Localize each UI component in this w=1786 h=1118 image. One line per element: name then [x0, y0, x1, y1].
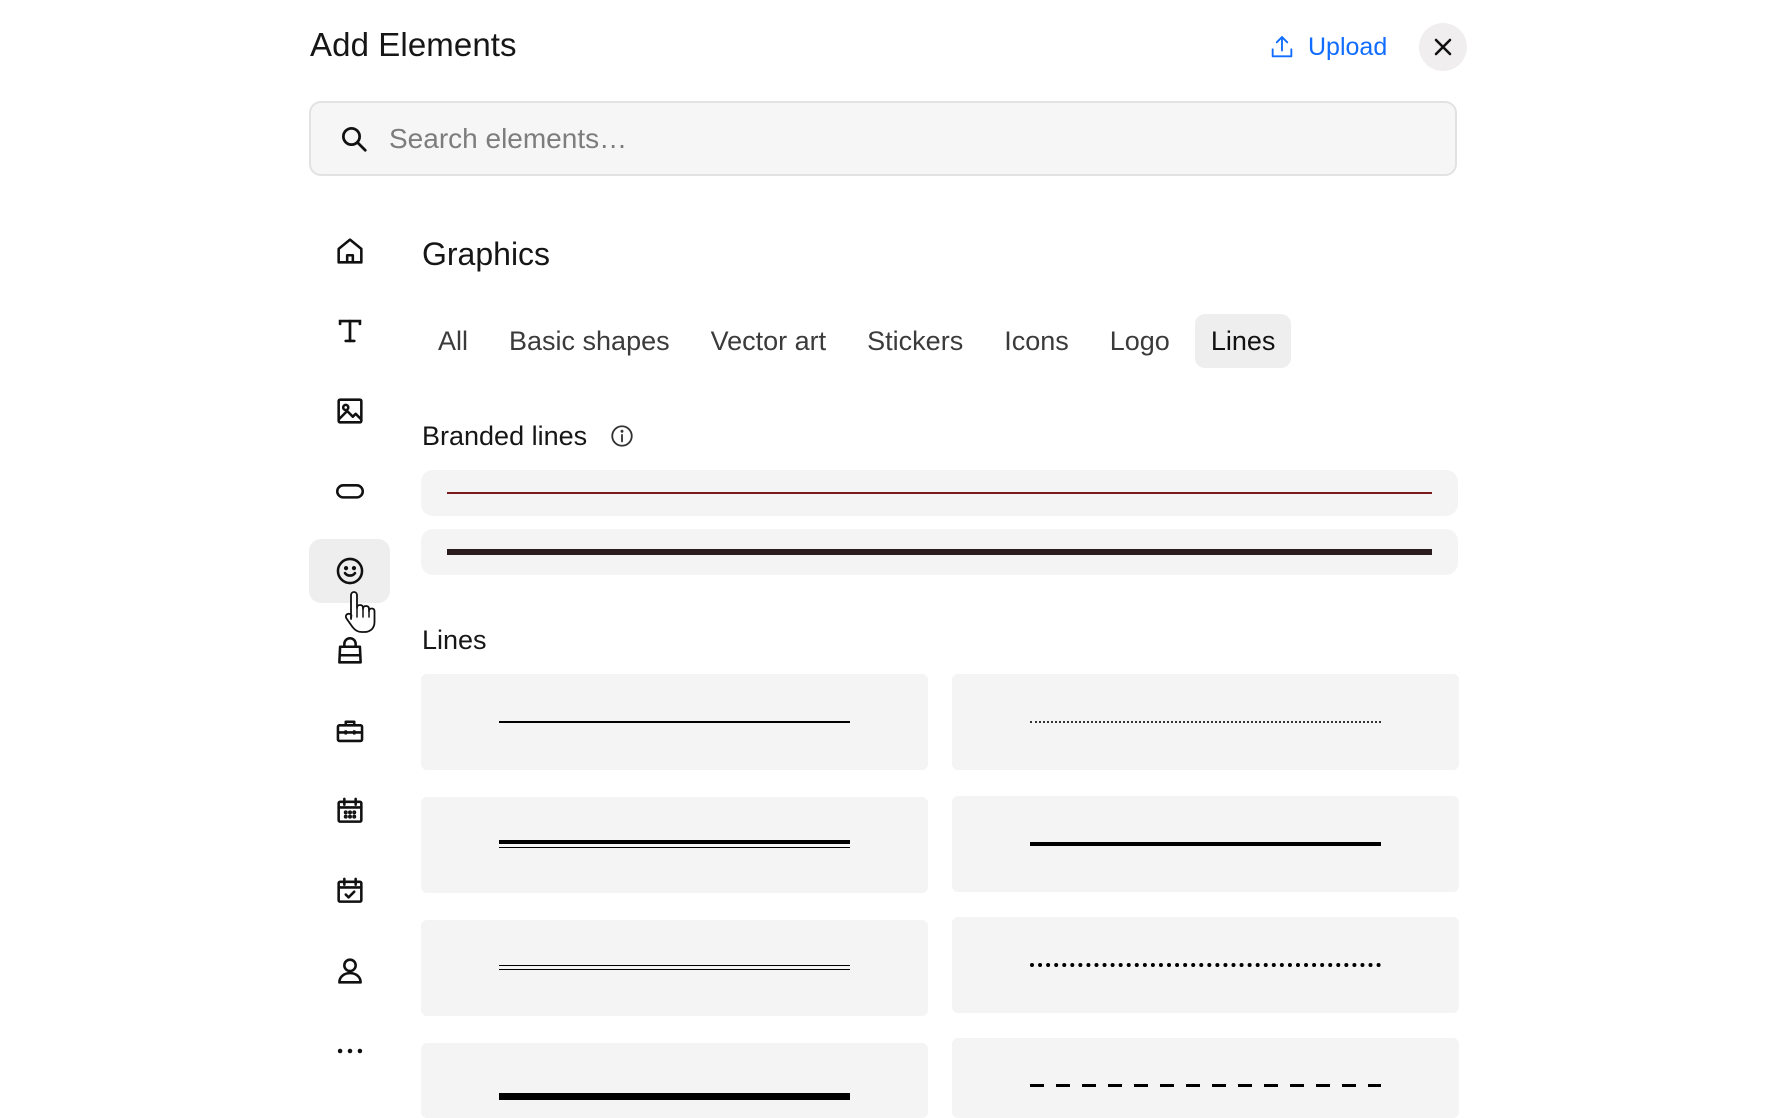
close-icon — [1434, 38, 1452, 56]
rail-item-button[interactable] — [309, 459, 390, 523]
more-icon — [337, 1048, 362, 1054]
rail-item-business[interactable] — [309, 699, 390, 763]
tab-basic-shapes[interactable]: Basic shapes — [493, 314, 686, 368]
lines-title: Lines — [422, 624, 487, 655]
branded-line-item[interactable] — [421, 529, 1458, 575]
line-sample — [499, 965, 850, 970]
search-input[interactable] — [387, 121, 1391, 156]
rail-item-bookings[interactable] — [309, 859, 390, 923]
close-button[interactable] — [1419, 23, 1467, 71]
line-sample — [499, 840, 850, 848]
line-tile[interactable] — [421, 797, 928, 893]
panel-title: Add Elements — [310, 26, 517, 63]
line-sample — [499, 1093, 850, 1100]
category-tabs: All Basic shapes Vector art Stickers Ico… — [422, 314, 1300, 368]
text-icon — [338, 319, 361, 343]
upload-label: Upload — [1308, 32, 1388, 61]
branded-lines-heading: Branded lines — [422, 418, 635, 454]
rail-item-events[interactable] — [309, 779, 390, 843]
smiley-icon — [336, 557, 363, 585]
hand-cursor-icon — [344, 591, 376, 633]
tab-stickers[interactable]: Stickers — [851, 314, 979, 368]
line-sample — [447, 549, 1432, 555]
tab-icons[interactable]: Icons — [988, 314, 1085, 368]
rail-item-image[interactable] — [309, 379, 390, 443]
line-sample — [1030, 1084, 1381, 1087]
lines-heading: Lines — [422, 622, 487, 658]
home-icon — [336, 238, 363, 264]
search-bar — [309, 101, 1457, 176]
line-tile[interactable] — [952, 796, 1459, 892]
line-tile[interactable] — [421, 674, 928, 770]
tab-vector-art[interactable]: Vector art — [695, 314, 843, 368]
briefcase-icon — [336, 720, 363, 743]
image-icon — [336, 398, 363, 424]
line-tile[interactable] — [952, 917, 1459, 1013]
rail-item-members[interactable] — [309, 939, 390, 1003]
line-tile[interactable] — [952, 1038, 1459, 1118]
tab-all[interactable]: All — [422, 314, 484, 368]
line-sample — [1030, 842, 1381, 846]
calendar-icon — [336, 797, 363, 823]
line-sample — [499, 721, 850, 723]
line-sample — [447, 492, 1432, 494]
tab-logo[interactable]: Logo — [1094, 314, 1186, 368]
line-sample — [1030, 721, 1381, 723]
tab-lines[interactable]: Lines — [1194, 314, 1292, 368]
search-icon — [342, 126, 367, 152]
info-icon[interactable] — [609, 423, 635, 449]
branded-lines-title: Branded lines — [422, 420, 588, 451]
upload-icon — [1271, 36, 1293, 58]
button-icon — [335, 484, 364, 499]
shopping-bag-icon — [337, 637, 362, 664]
rail-item-more[interactable] — [309, 1019, 390, 1083]
upload-button[interactable]: Upload — [1268, 26, 1387, 68]
branded-line-item[interactable] — [421, 470, 1458, 516]
rail-item-text[interactable] — [309, 299, 390, 363]
rail-item-home[interactable] — [309, 219, 390, 283]
calendar-check-icon — [336, 877, 363, 903]
person-icon — [337, 958, 362, 984]
line-sample — [1030, 963, 1381, 967]
line-tile[interactable] — [952, 674, 1459, 770]
line-tile[interactable] — [421, 1043, 928, 1118]
line-tile[interactable] — [421, 920, 928, 1016]
section-title: Graphics — [422, 236, 551, 272]
